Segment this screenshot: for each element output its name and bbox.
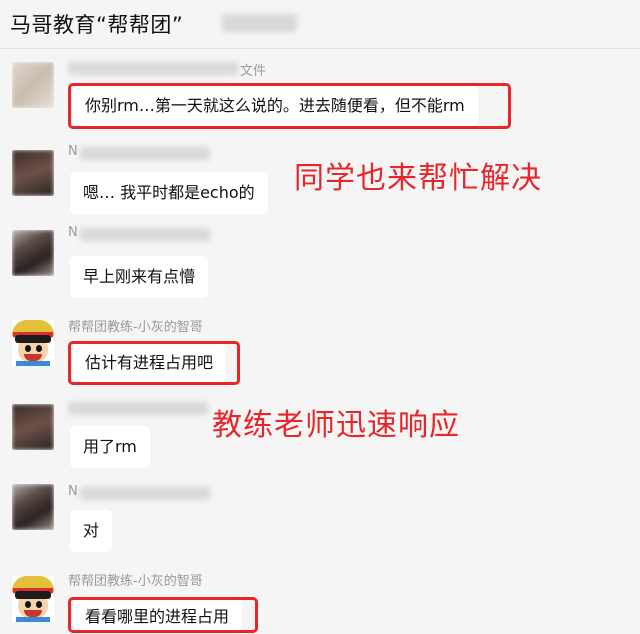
redacted-sender-name <box>80 228 210 241</box>
highlight-box <box>68 597 258 633</box>
redacted-sender-name <box>80 147 210 160</box>
redacted-sender-name <box>80 487 210 500</box>
redacted-sender-name <box>68 402 208 415</box>
highlight-box <box>68 341 240 385</box>
message-bubble[interactable]: 用了rm <box>70 426 150 468</box>
highlight-box <box>68 83 511 129</box>
sender-name-suffix: 文件 <box>240 64 267 79</box>
sender-name: N <box>68 144 78 159</box>
luffy-avatar-icon[interactable] <box>12 320 54 366</box>
message-bubble[interactable]: 早上刚来有点懵 <box>70 256 209 298</box>
sender-name: N <box>68 484 78 499</box>
annotation-classmates-help: 同学也来帮忙解决 <box>294 161 542 196</box>
avatar[interactable] <box>12 62 54 108</box>
luffy-avatar-icon[interactable] <box>12 576 54 622</box>
avatar[interactable] <box>12 230 54 276</box>
avatar[interactable] <box>12 150 54 196</box>
chat-title: 马哥教育“帮帮团” <box>10 13 184 37</box>
sender-name: N <box>68 225 78 240</box>
redacted-header-info <box>222 14 297 32</box>
sender-name: 帮帮团教练-小灰的智哥 <box>68 574 203 589</box>
message-bubble[interactable]: 嗯… 我平时都是echo的 <box>70 172 268 214</box>
redacted-sender-name <box>68 62 238 75</box>
message-bubble[interactable]: 对 <box>70 510 113 552</box>
chat-header: 马哥教育“帮帮团” <box>0 0 640 49</box>
avatar[interactable] <box>12 484 54 530</box>
sender-name: 帮帮团教练-小灰的智哥 <box>68 320 203 335</box>
annotation-coach-response: 教练老师迅速响应 <box>212 408 460 443</box>
avatar[interactable] <box>12 404 54 450</box>
